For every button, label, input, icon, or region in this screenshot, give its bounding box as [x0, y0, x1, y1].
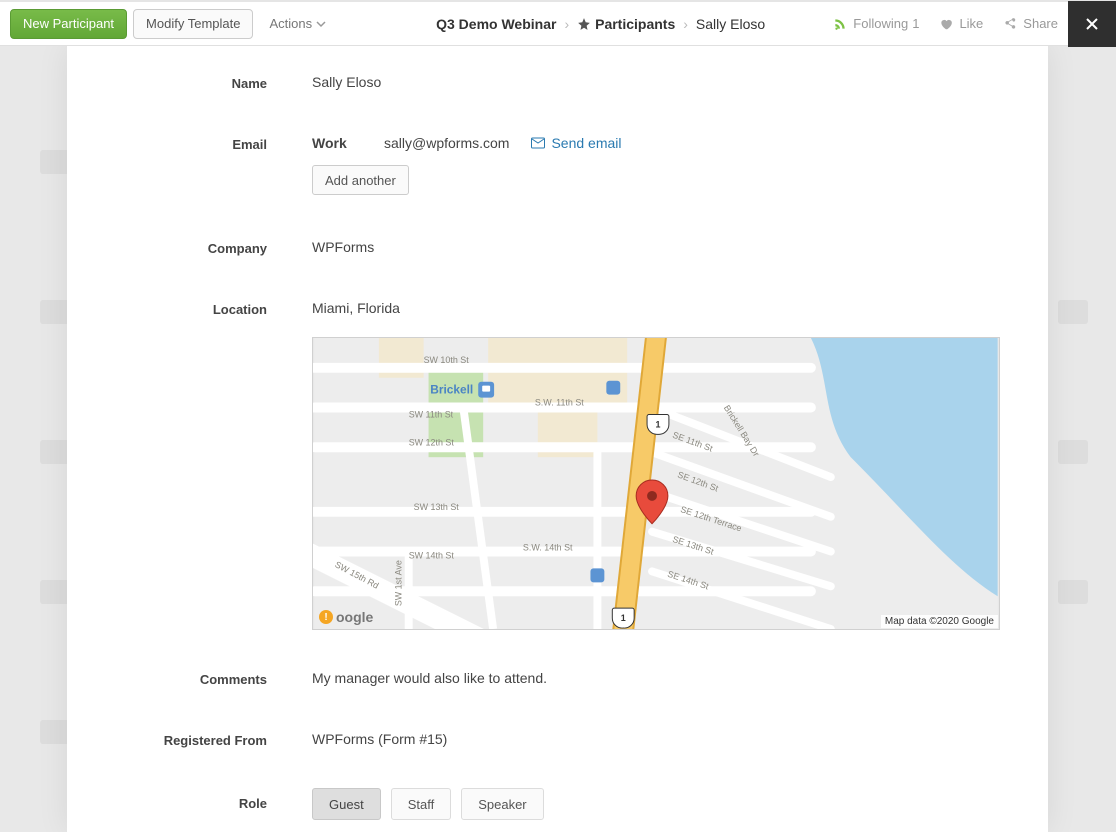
breadcrumb-root[interactable]: Q3 Demo Webinar — [436, 16, 556, 32]
share-button[interactable]: Share — [993, 16, 1068, 31]
close-icon — [1085, 17, 1099, 31]
heart-icon — [939, 17, 953, 31]
add-another-button[interactable]: Add another — [312, 165, 409, 195]
breadcrumb-separator: › — [683, 16, 688, 32]
actions-label: Actions — [269, 16, 312, 31]
breadcrumb-section[interactable]: Participants — [577, 16, 675, 32]
role-staff-button[interactable]: Staff — [391, 788, 452, 820]
location-map[interactable]: 1 1 Brickell SW 10th St S.W. 11th St SW … — [312, 337, 1000, 630]
actions-menu[interactable]: Actions — [259, 16, 336, 31]
field-registered-from: Registered From WPForms (Form #15) — [67, 731, 1048, 748]
topbar: New Participant Modify Template Actions … — [0, 0, 1116, 46]
following-count: 1 — [912, 16, 919, 31]
registered-from-value[interactable]: WPForms (Form #15) — [312, 731, 1018, 747]
svg-text:SW 11th St: SW 11th St — [409, 409, 454, 419]
registered-from-label: Registered From — [97, 731, 312, 748]
map-logo: ! oogle — [319, 609, 373, 625]
rss-icon — [833, 17, 847, 31]
right-actions: Following 1 Like Share — [823, 2, 1116, 45]
breadcrumb-leaf: Sally Eloso — [696, 16, 765, 32]
svg-text:SW 14th St: SW 14th St — [409, 550, 455, 560]
svg-text:SW 12th St: SW 12th St — [409, 437, 455, 447]
new-participant-button[interactable]: New Participant — [10, 9, 127, 39]
name-value[interactable]: Sally Eloso — [312, 74, 1018, 90]
map-svg: 1 1 Brickell SW 10th St S.W. 11th St SW … — [313, 338, 999, 629]
svg-text:1: 1 — [656, 419, 661, 429]
breadcrumb: Q3 Demo Webinar › Participants › Sally E… — [436, 16, 765, 32]
role-speaker-button[interactable]: Speaker — [461, 788, 543, 820]
svg-text:SW 10th St: SW 10th St — [424, 355, 470, 365]
svg-text:Brickell: Brickell — [430, 383, 473, 397]
share-icon — [1003, 17, 1017, 31]
company-label: Company — [97, 239, 312, 256]
field-role: Role Guest Staff Speaker — [67, 788, 1048, 820]
send-email-link[interactable]: Send email — [531, 135, 621, 151]
field-company: Company WPForms — [67, 239, 1048, 256]
close-button[interactable] — [1068, 1, 1116, 47]
svg-text:SW 13th St: SW 13th St — [414, 502, 460, 512]
field-email: Email Work sally@wpforms.com Send email … — [67, 135, 1048, 195]
map-attribution: Map data ©2020 Google — [881, 615, 998, 628]
chevron-down-icon — [316, 19, 326, 29]
record-panel: Name Sally Eloso Email Work sally@wpform… — [67, 46, 1048, 832]
role-label: Role — [97, 788, 312, 811]
field-location: Location Miami, Florida — [67, 300, 1048, 317]
comments-value[interactable]: My manager would also like to attend. — [312, 670, 1018, 686]
mail-icon — [531, 137, 545, 149]
field-name: Name Sally Eloso — [67, 74, 1048, 91]
breadcrumb-separator: › — [564, 16, 569, 32]
svg-text:1: 1 — [621, 613, 626, 623]
field-comments: Comments My manager would also like to a… — [67, 670, 1048, 687]
svg-text:S.W. 11th St: S.W. 11th St — [535, 398, 584, 408]
location-value[interactable]: Miami, Florida — [312, 300, 1018, 316]
email-label: Email — [97, 135, 312, 152]
comments-label: Comments — [97, 670, 312, 687]
modify-template-button[interactable]: Modify Template — [133, 9, 253, 39]
company-value[interactable]: WPForms — [312, 239, 1018, 255]
star-icon — [577, 17, 591, 31]
svg-text:SW 1st Ave: SW 1st Ave — [394, 560, 404, 606]
name-label: Name — [97, 74, 312, 91]
role-guest-button[interactable]: Guest — [312, 788, 381, 820]
svg-text:S.W. 14th St: S.W. 14th St — [523, 543, 573, 553]
email-value[interactable]: sally@wpforms.com — [384, 135, 509, 151]
location-label: Location — [97, 300, 312, 317]
warning-icon: ! — [319, 610, 333, 624]
following-button[interactable]: Following 1 — [823, 16, 929, 31]
like-button[interactable]: Like — [929, 16, 993, 31]
email-type: Work — [312, 135, 362, 151]
